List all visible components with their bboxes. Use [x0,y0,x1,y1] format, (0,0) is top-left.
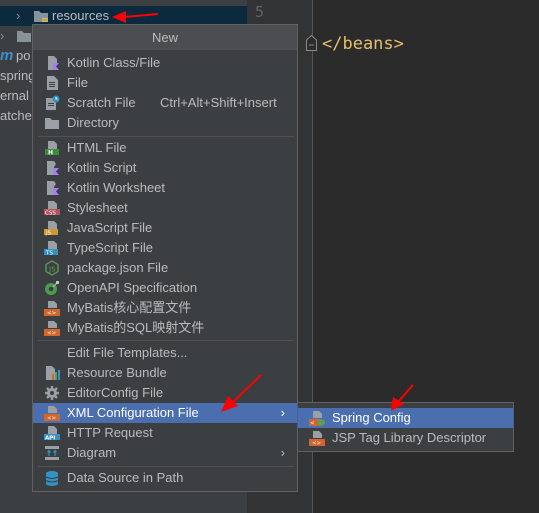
menu-item-editorconfig[interactable]: EditorConfig File [33,383,297,403]
file-icon [47,76,58,90]
svg-text:API: API [45,436,55,442]
ts-file-icon: TS [44,241,58,257]
menu-separator [38,136,294,137]
menu-separator [38,340,294,341]
folder-icon [45,118,59,129]
new-popup-menu: New Kotlin Class/File File Scratch File … [32,24,298,492]
svg-text:<>: <> [312,441,322,447]
menu-item-package-json[interactable]: JS package.json File [33,258,297,278]
kotlin-file-icon [48,56,59,70]
svg-text:<: < [310,421,315,427]
kotlin-script-icon [47,161,59,175]
menu-item-kotlin-worksheet[interactable]: Kotlin Worksheet [33,178,297,198]
tree-label: ernal l [0,88,36,103]
svg-text:JS: JS [48,266,56,274]
code-line: </beans> [322,34,404,54]
xml-configuration-submenu: < Spring Config <> JSP Tag Library Descr… [297,402,514,452]
submenu-arrow-icon: › [280,405,285,420]
gear-icon [45,386,59,400]
menu-item-edit-file-templates[interactable]: Edit File Templates... [33,343,297,363]
diagram-icon [45,446,59,460]
menu-item-directory[interactable]: Directory [33,113,297,133]
svg-text:<>: <> [47,331,57,337]
svg-text:CSS: CSS [45,211,56,217]
svg-text:JS: JS [45,231,52,237]
nodejs-icon: JS [45,260,59,276]
menu-separator [38,466,294,467]
menu-item-openapi[interactable]: OpenAPI Specification [33,278,297,298]
chevron-right-icon[interactable]: › [16,6,20,26]
svg-text:TS: TS [45,251,53,257]
menu-item-typescript-file[interactable]: TS TypeScript File [33,238,297,258]
xml-file-icon: <> [44,406,60,422]
chevron-right-icon[interactable]: › [0,26,4,46]
svg-text:H: H [48,150,53,157]
tree-label: resources [52,8,110,23]
menu-item-mybatis-config[interactable]: <> MyBatis核心配置文件 [33,298,297,318]
spring-xml-icon: < [309,411,325,427]
menu-item-http-request[interactable]: API HTTP Request [33,423,297,443]
svg-text:<>: <> [47,416,57,422]
menu-item-html-file[interactable]: H HTML File [33,138,297,158]
menu-title: New [33,25,297,51]
submenu-item-spring-config[interactable]: < Spring Config [298,408,513,428]
openapi-icon [45,280,60,295]
menu-item-data-source-in-path[interactable]: Data Source in Path [33,468,297,488]
line-number: 5 [255,3,265,21]
tree-row-resources[interactable]: › resources [0,6,247,26]
menu-item-diagram[interactable]: Diagram › [33,443,297,463]
database-icon [45,471,59,486]
menu-item-javascript-file[interactable]: JS JavaScript File [33,218,297,238]
menu-item-resource-bundle[interactable]: Resource Bundle [33,363,297,383]
menu-item-mybatis-sql-mapper[interactable]: <> MyBatis的SQL映射文件 [33,318,297,338]
tree-label: spring [0,68,36,83]
menu-item-file[interactable]: File [33,73,297,93]
xml-file-icon: <> [44,321,60,337]
kotlin-worksheet-icon [47,181,59,195]
xml-file-icon: <> [309,431,325,447]
submenu-arrow-icon: › [280,445,285,460]
folder-icon [17,31,31,42]
tree-label: po [16,48,31,63]
svg-text:<>: <> [47,311,57,317]
menu-item-kotlin-class-file[interactable]: Kotlin Class/File [33,53,297,73]
scratch-file-icon [46,95,60,110]
maven-icon: m [0,47,14,64]
html-file-icon: H [45,141,59,157]
css-file-icon: CSS [44,201,60,217]
menu-item-xml-configuration-file[interactable]: <> XML Configuration File › [33,403,297,423]
menu-item-scratch-file[interactable]: Scratch File Ctrl+Alt+Shift+Insert [33,93,297,113]
xml-file-icon: <> [44,301,60,317]
menu-item-kotlin-script[interactable]: Kotlin Script [33,158,297,178]
fold-marker-icon[interactable] [306,35,317,51]
menu-item-stylesheet[interactable]: CSS Stylesheet [33,198,297,218]
resources-folder-icon [34,11,48,22]
api-file-icon: API [44,426,60,442]
resource-bundle-icon [46,366,60,380]
submenu-item-jsp-tag-library-descriptor[interactable]: <> JSP Tag Library Descriptor [298,428,513,448]
shortcut-hint: Ctrl+Alt+Shift+Insert [160,95,277,110]
js-file-icon: JS [44,221,58,237]
